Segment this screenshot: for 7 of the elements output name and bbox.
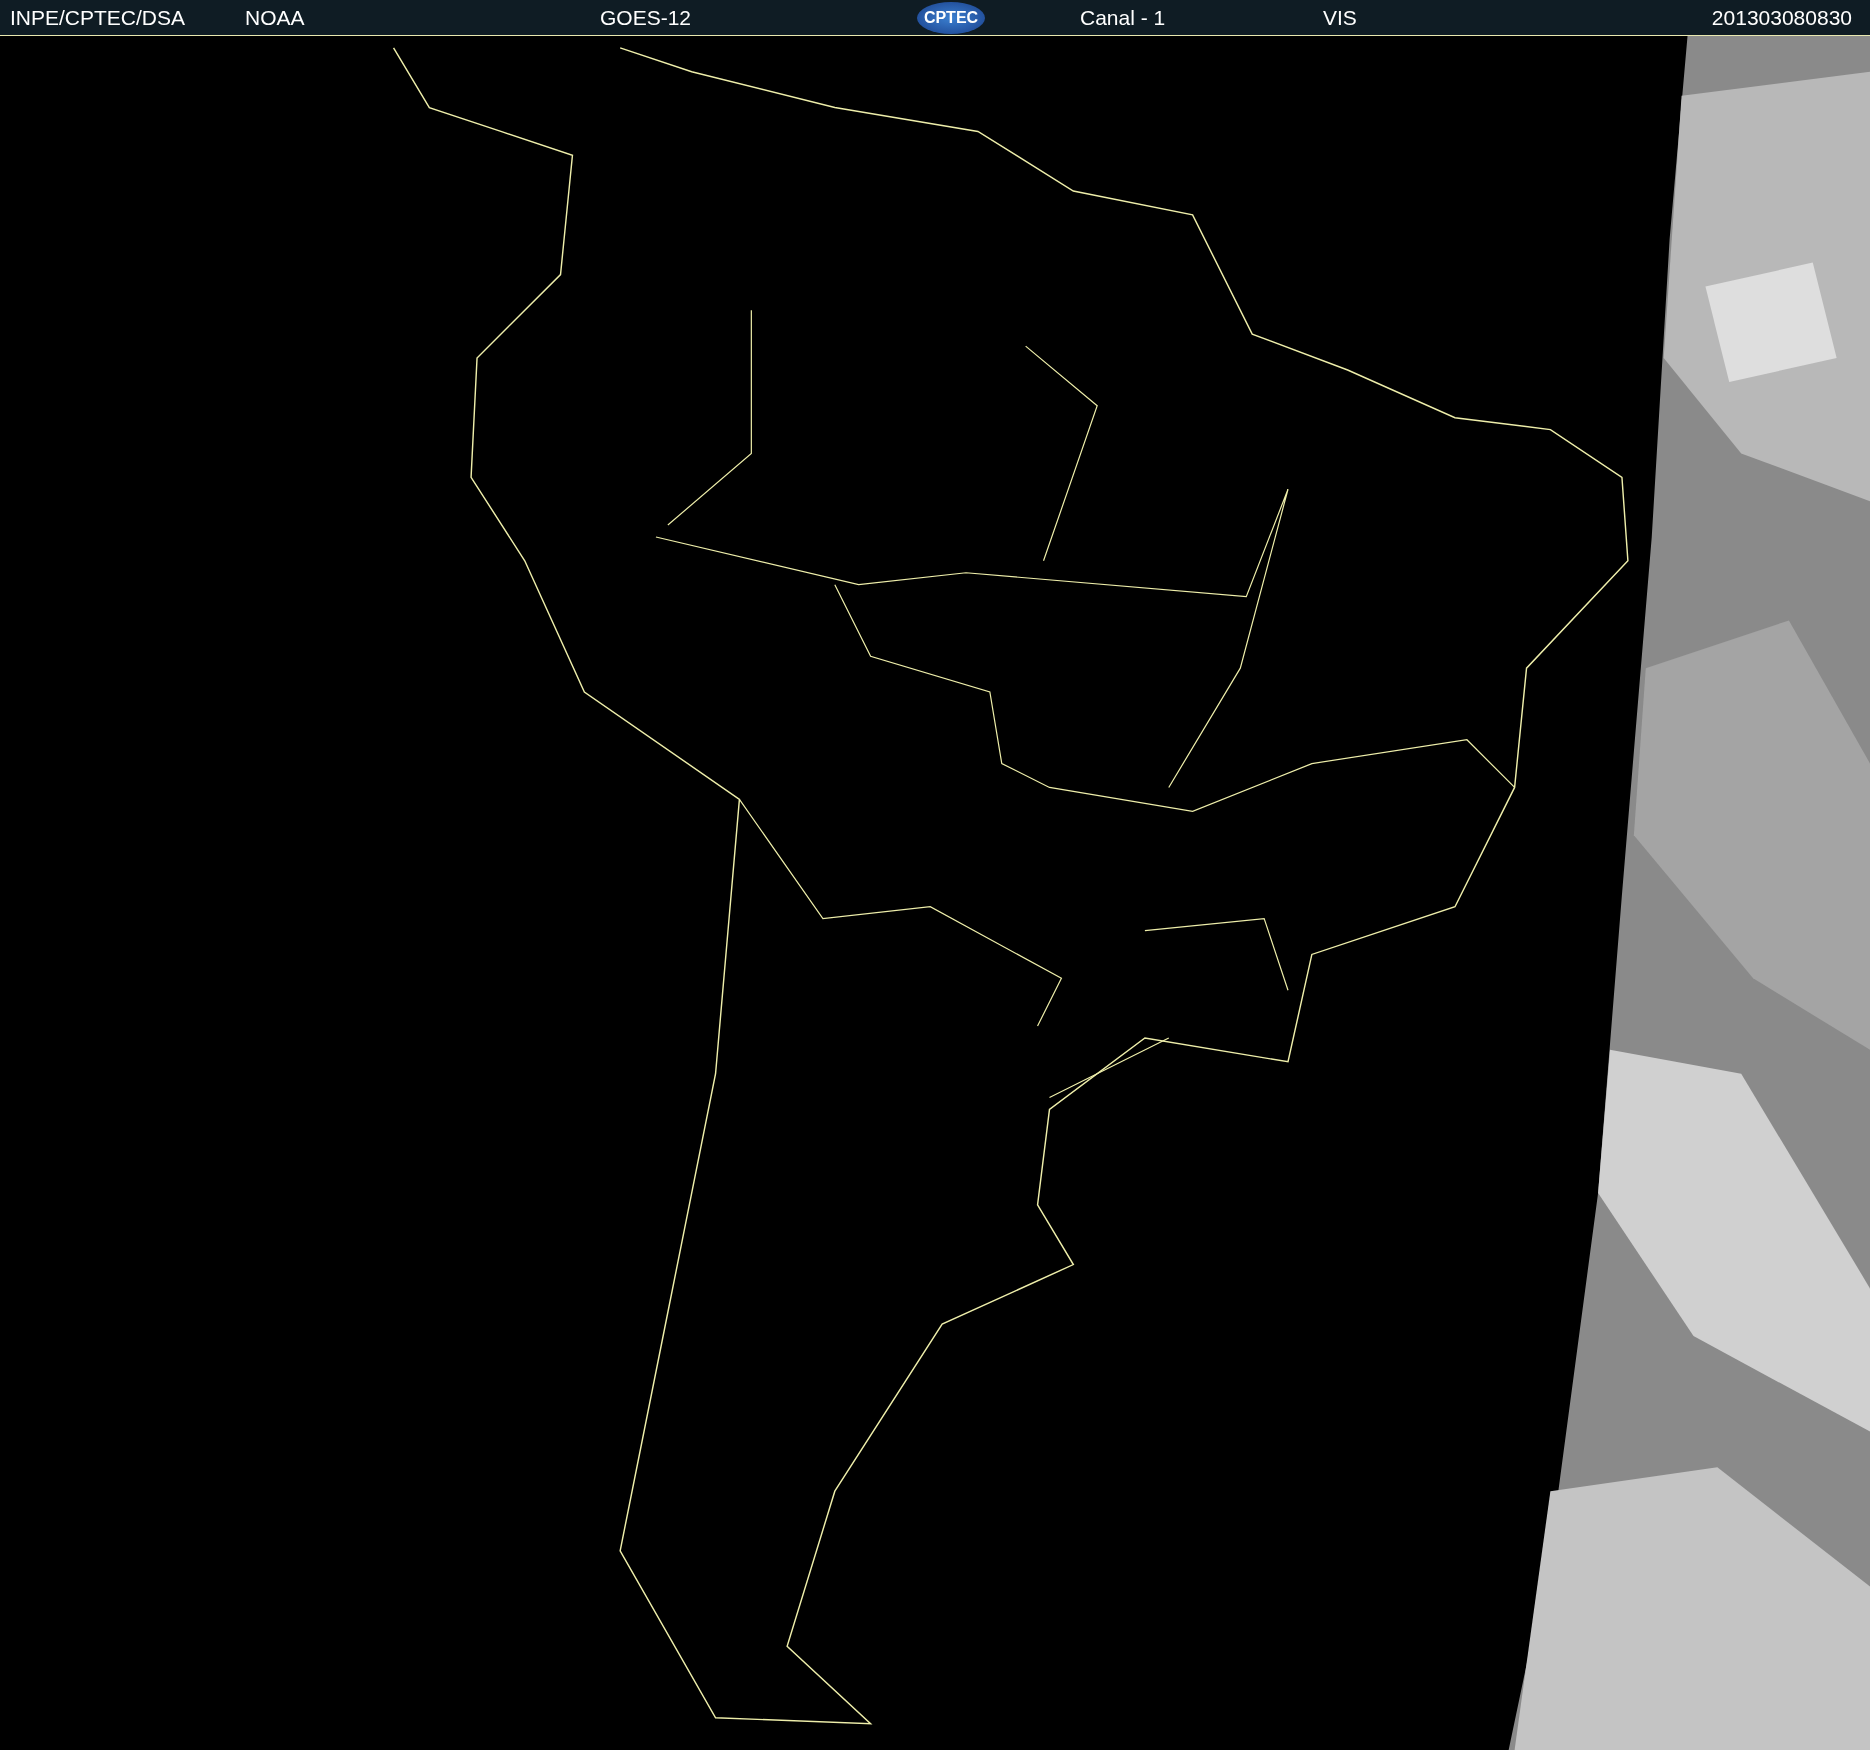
- source-label: INPE/CPTEC/DSA: [10, 5, 187, 30]
- band-label: VIS: [1323, 5, 1358, 30]
- channel-label: Canal - 1: [1080, 5, 1167, 30]
- timestamp-label: 201303080830: [1711, 5, 1852, 30]
- logo: CPTEC: [917, 1, 985, 34]
- satellite-label: GOES-12: [600, 5, 693, 30]
- agency-label: NOAA: [245, 5, 306, 30]
